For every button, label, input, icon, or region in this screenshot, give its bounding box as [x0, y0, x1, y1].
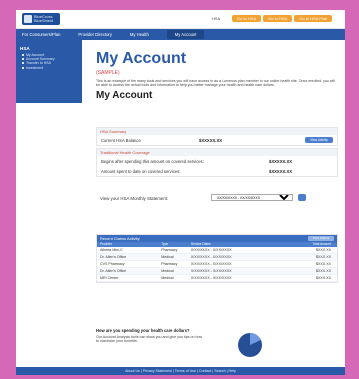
cell-dates: X/XX/XXXX - X/XX/XXXX — [190, 269, 232, 273]
main-nav: For Consumers/Plan Provider Directory My… — [16, 29, 345, 40]
table-row[interactable]: Alberta Mini-C Pharmacy X/XX/XXXX - X/XX… — [97, 247, 337, 254]
print-claims-button[interactable]: Print Claims — [308, 236, 334, 241]
coverage-label: Begins after spending this amount on cov… — [101, 159, 204, 164]
cell-type: Medical — [161, 269, 174, 273]
coverage-row: Begins after spending this amount on cov… — [97, 156, 337, 166]
sidebar: HSA My Account Account Summary Transfer … — [16, 40, 82, 103]
nav-item-my-health[interactable]: My Health — [130, 32, 149, 37]
table-row[interactable]: Dr. Allen's Office Medical X/XX/XXXX - X… — [97, 268, 337, 275]
cell-type: Medical — [161, 255, 174, 259]
cell-amount: $XXX.XX — [316, 248, 331, 252]
coverage-label: Amount spent to date on covered services… — [101, 169, 181, 174]
intro-text: This is an example of the many tools and… — [96, 79, 335, 87]
spending-section: How are you spending your health care do… — [96, 328, 336, 343]
view-activity-button[interactable]: View Activity — [305, 137, 333, 143]
nav-item-provider-directory[interactable]: Provider Directory — [78, 32, 112, 37]
bullet-icon — [22, 58, 24, 61]
coverage-value: $XXXXX.XX — [269, 159, 293, 164]
brand-logo[interactable]: BlueCross BlueShield — [22, 13, 60, 25]
cell-provider: Dr. Allen's Office — [100, 255, 127, 259]
cell-type: Pharmacy — [161, 248, 178, 252]
spending-question: How are you spending your health care do… — [96, 328, 190, 333]
claims-panel: Recent Claims Activity Print Claims Prov… — [96, 234, 338, 283]
top-bar: BlueCross BlueShield HSA Go to HSA Go to… — [16, 10, 345, 29]
cell-dates: X/XX/XXXX - X/XX/XXXX — [190, 262, 232, 266]
cell-type: Pharmacy — [161, 262, 178, 266]
go-button[interactable] — [298, 194, 306, 201]
pie-slice-icon — [238, 333, 262, 357]
coverage-value: $XXXXX.XX — [269, 169, 293, 174]
table-row[interactable]: CVS Pharmacy Pharmacy X/XX/XXXX - X/XX/X… — [97, 261, 337, 268]
statement-label: View your HSA Monthly Statement: — [100, 196, 169, 201]
claims-body: Alberta Mini-C Pharmacy X/XX/XXXX - X/XX… — [97, 247, 337, 282]
sidebar-list: My Account Account Summary Transfer to H… — [22, 53, 82, 70]
claims-title: Recent Claims Activity — [100, 236, 140, 241]
footer[interactable]: About Us | Privacy Statement | Terms of … — [16, 367, 345, 375]
account-page: BlueCross BlueShield HSA Go to HSA Go to… — [16, 10, 345, 375]
hsa-balance-value: $XXXXX.XX — [199, 138, 223, 143]
bullet-icon — [22, 54, 24, 56]
cell-amount: $XXX.XX — [316, 255, 331, 259]
traditional-coverage-header: Traditional Health Coverage — [97, 149, 337, 156]
cross-logo-icon — [24, 15, 32, 23]
cell-provider: Alberta Mini-C — [100, 248, 123, 252]
cell-provider: CVS Pharmacy — [100, 262, 125, 266]
section-title: My Account — [96, 90, 153, 101]
cell-provider: Dr. Allen's Office — [100, 269, 127, 273]
traditional-coverage-panel: Traditional Health Coverage Begins after… — [96, 148, 338, 177]
sidebar-item-investment[interactable]: Investment — [22, 66, 82, 70]
cell-type: Medical — [161, 276, 174, 280]
table-row[interactable]: MRI Center Medical X/XX/XXXX - X/XX/XXXX… — [97, 275, 337, 282]
utility-link-1[interactable]: Go to HSA — [232, 15, 262, 22]
statement-selector: View your HSA Monthly Statement: XX/XX/X… — [96, 192, 336, 204]
hsa-summary-panel: HSA Summary Current HSA Balance $XXXXX.X… — [96, 127, 338, 146]
logo-text: BlueCross BlueShield — [34, 14, 54, 23]
utility-links: Go to HSA Go to HSA Go to HSA Plan — [232, 15, 333, 22]
cell-amount: $XXX.XX — [316, 262, 331, 266]
sidebar-item-label: Investment — [26, 65, 44, 70]
utility-label: HSA — [212, 16, 221, 21]
page-title: My Account — [96, 50, 187, 67]
hsa-summary-header: HSA Summary — [97, 128, 337, 135]
cell-dates: X/XX/XXXX - X/XX/XXXX — [190, 276, 232, 280]
cell-amount: $XXX.XX — [316, 276, 331, 280]
main-content: My Account (SAMPLE) This is an example o… — [96, 50, 336, 101]
claims-header: Recent Claims Activity Print Claims — [97, 235, 337, 242]
table-row[interactable]: Dr. Allen's Office Medical X/XX/XXXX - X… — [97, 254, 337, 261]
nav-item-consumers[interactable]: For Consumers/Plan — [22, 32, 60, 37]
sidebar-title: HSA — [20, 46, 30, 51]
cell-amount: $XXX.XX — [316, 269, 331, 273]
nav-item-my-account[interactable]: My Account — [166, 30, 205, 39]
cell-dates: X/XX/XXXX - X/XX/XXXX — [190, 255, 232, 259]
spending-answer[interactable]: Our Account Analysis tools can show you … — [96, 335, 206, 343]
utility-link-3[interactable]: Go to HSA Plan — [294, 15, 333, 22]
sample-label: (SAMPLE) — [96, 70, 120, 76]
hsa-balance-label: Current HSA Balance — [101, 138, 141, 143]
coverage-row: Amount spent to date on covered services… — [97, 166, 337, 176]
bullet-icon — [22, 66, 24, 69]
cell-dates: X/XX/XXXX - X/XX/XXXX — [190, 248, 232, 252]
bullet-icon — [22, 62, 24, 65]
cell-provider: MRI Center — [100, 276, 119, 280]
hsa-balance-row: Current HSA Balance $XXXXX.XX View Activ… — [97, 135, 337, 145]
utility-link-2[interactable]: Go to HSA — [263, 15, 293, 22]
statement-select[interactable]: XX/XX/XXXX - XX/XX/XXXX — [211, 194, 293, 201]
